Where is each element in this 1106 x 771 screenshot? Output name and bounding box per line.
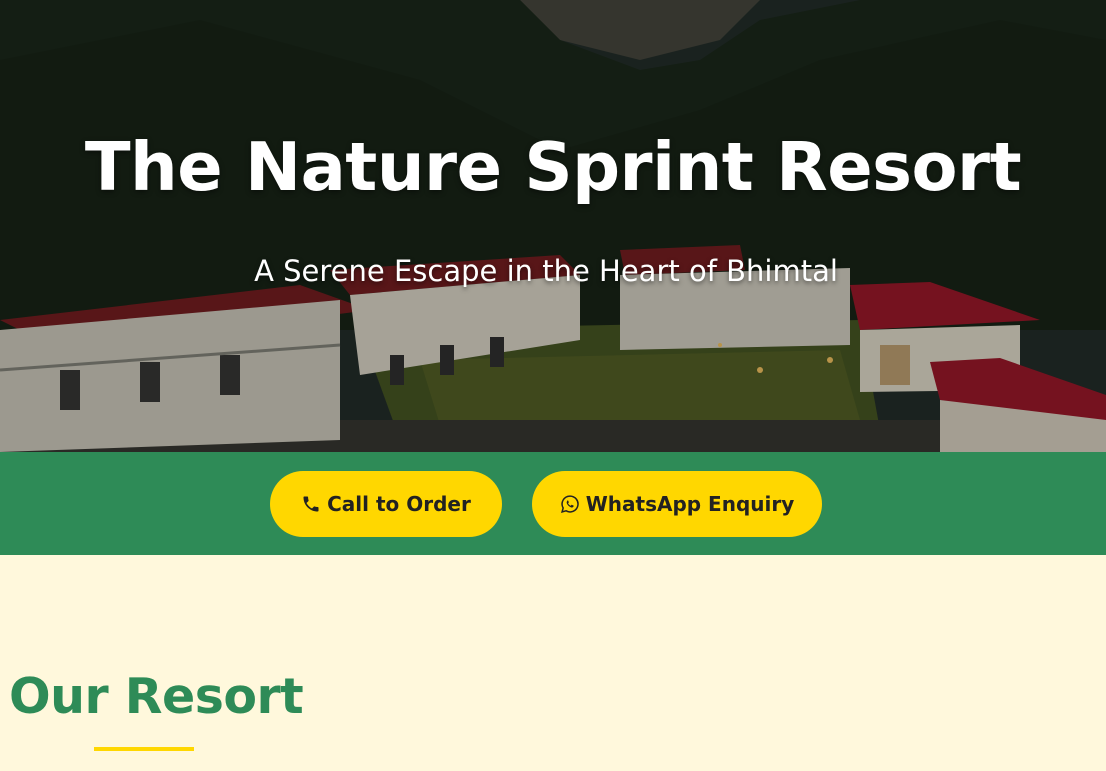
whatsapp-enquiry-label: WhatsApp Enquiry [585, 492, 795, 516]
hero-overlay [0, 0, 1106, 452]
cta-band: Call to Order WhatsApp Enquiry [0, 452, 1106, 555]
whatsapp-enquiry-button[interactable]: WhatsApp Enquiry [532, 471, 822, 537]
phone-icon [301, 494, 321, 514]
hero-title: The Nature Sprint Resort [84, 128, 1022, 206]
hero-subtitle: A Serene Escape in the Heart of Bhimtal [254, 254, 838, 288]
section-title-underline [94, 747, 194, 751]
call-to-order-label: Call to Order [327, 492, 471, 516]
whatsapp-icon [560, 494, 580, 514]
call-to-order-button[interactable]: Call to Order [270, 471, 502, 537]
hero-banner: The Nature Sprint Resort A Serene Escape… [0, 0, 1106, 452]
section-title: Our Resort [9, 668, 304, 725]
